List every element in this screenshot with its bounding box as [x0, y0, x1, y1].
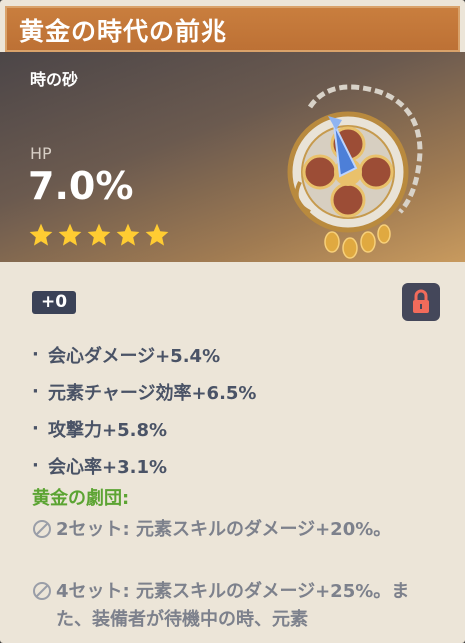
star-icon — [116, 223, 140, 246]
substat-list: · 会心ダメージ+5.4% · 元素チャージ効率+6.5% · 攻撃力+5.8%… — [32, 336, 256, 484]
substat-row: · 会心率+3.1% — [32, 447, 256, 484]
inactive-set-icon — [33, 520, 51, 538]
set-effect-text: 2セット: 元素スキルのダメージ+20%。 — [56, 519, 392, 540]
rarity-stars — [28, 222, 170, 248]
set-effect-4pc: 4セット: 元素スキルのダメージ+25%。また、装備者が待機中の時、元素 — [32, 578, 432, 634]
bullet: · — [32, 455, 39, 476]
main-stat-value: 7.0% — [28, 164, 134, 208]
level-badge: +0 — [32, 291, 77, 314]
star-icon — [58, 223, 82, 246]
artifact-hero: 時の砂 HP 7.0% — [0, 52, 465, 262]
artifact-name: 黄金の時代の前兆 — [19, 17, 228, 46]
bullet: · — [32, 418, 39, 439]
substat-text: 攻撃力+5.8% — [48, 419, 168, 441]
main-stat-label: HP — [30, 144, 52, 163]
substat-text: 会心率+3.1% — [48, 456, 168, 478]
star-icon — [145, 223, 169, 246]
lock-button[interactable] — [402, 283, 440, 321]
star-icon — [87, 223, 111, 246]
bullet: · — [32, 344, 39, 365]
star-icon — [29, 223, 53, 246]
title-bar: 黄金の時代の前兆 — [5, 6, 460, 52]
set-effect-2pc: 2セット: 元素スキルのダメージ+20%。 — [32, 516, 432, 544]
artifact-type: 時の砂 — [30, 70, 79, 89]
substat-text: 会心ダメージ+5.4% — [48, 345, 221, 367]
inactive-set-icon — [33, 582, 51, 600]
substat-row: · 元素チャージ効率+6.5% — [32, 373, 256, 410]
substat-row: · 会心ダメージ+5.4% — [32, 336, 256, 373]
set-name: 黄金の劇団: — [32, 488, 130, 509]
set-effect-text: 4セット: 元素スキルのダメージ+25%。また、装備者が待機中の時、元素 — [56, 581, 410, 630]
bullet: · — [32, 381, 39, 402]
sands-artifact-icon — [287, 84, 423, 259]
lock-icon — [413, 289, 429, 313]
substat-row: · 攻撃力+5.8% — [32, 410, 256, 447]
artifact-card: 黄金の時代の前兆 時の砂 HP 7.0% +0 · 会心ダメージ+5.4% · … — [0, 0, 465, 643]
substat-text: 元素チャージ効率+6.5% — [48, 382, 257, 404]
